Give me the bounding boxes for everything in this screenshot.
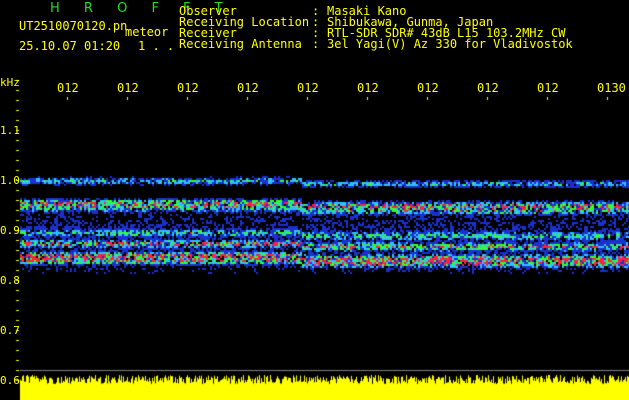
datetime: 25.10.07 01:20 [19, 39, 121, 53]
mode-label: meteor [125, 25, 169, 39]
time-label: 0122 [117, 81, 139, 95]
freq-label: 1.1 [0, 124, 20, 137]
unit-label: kHz [0, 76, 20, 89]
freq-label: 0.9 [0, 224, 20, 237]
spectrogram [0, 0, 629, 400]
filename: UT2510070120.pn [19, 19, 128, 33]
info-labels: Observer Receiving Location Receiver Rec… [179, 5, 309, 51]
time-label: 0123 [177, 81, 199, 95]
info-colons: :::: [312, 4, 320, 51]
time-label: 0124 [237, 81, 259, 95]
time-label: 0125 [297, 81, 319, 95]
time-label: 0126 [357, 81, 379, 95]
info-values: Masaki Kano Shibukawa, Gunma, Japan RTL-… [327, 5, 573, 51]
time-label: 0128 [477, 81, 499, 95]
time-label: 0121 [57, 81, 79, 95]
info-label: Receiving Antenna [179, 37, 302, 51]
freq-label: 0.8 [0, 274, 20, 287]
status: 1 . . [138, 39, 175, 53]
time-label: 0130 [597, 81, 626, 95]
time-label: 0127 [417, 81, 439, 95]
time-label: 0129 [537, 81, 559, 95]
freq-label: 1.0 [0, 174, 20, 187]
freq-label: 0.7 [0, 324, 20, 337]
antenna-value: 3el Yagi(V) Az 330 for Vladivostok [327, 37, 573, 51]
freq-label: 0.6 [0, 374, 20, 387]
